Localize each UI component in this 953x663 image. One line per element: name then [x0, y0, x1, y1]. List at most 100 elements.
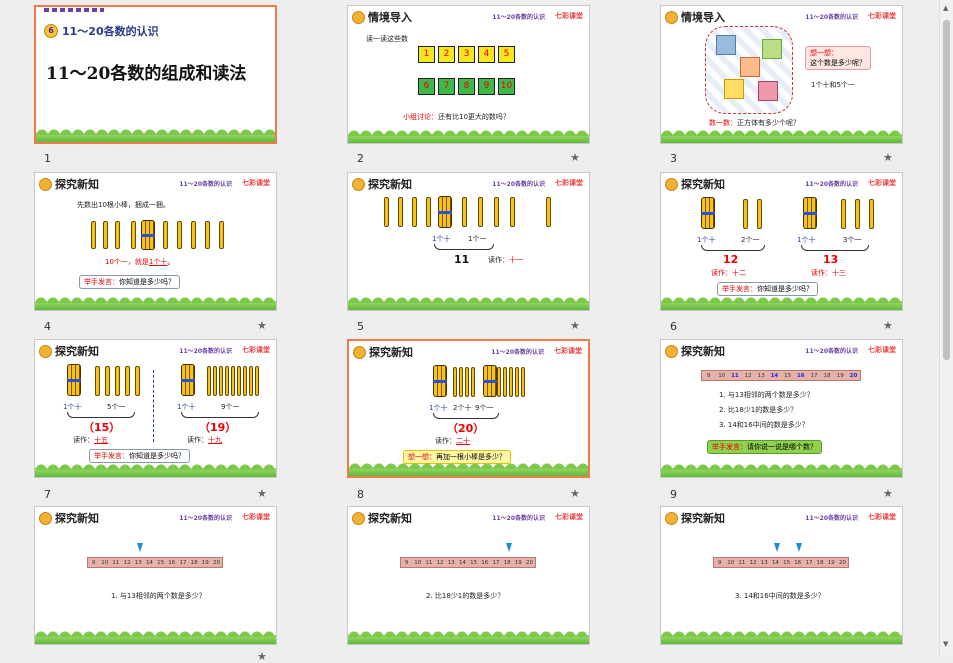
- brand-logo: 七彩课堂: [868, 513, 896, 521]
- question-2: 2. 比18少1的数是多少？: [719, 406, 798, 414]
- slide-header: 探究新知: [665, 510, 725, 526]
- slide-title: 探究新知: [55, 178, 99, 191]
- slide-thumbnail-10[interactable]: 探究新知 11～20各数的认识 七彩课堂 9 10 11 12 13 14 15 16 17 18…: [34, 506, 277, 645]
- number-value-text: （19）: [199, 421, 237, 434]
- read-as: 读作：十二: [711, 268, 746, 278]
- stick: [384, 197, 389, 227]
- number-row-1: 12345: [418, 46, 515, 63]
- ruler-tick-label: 15: [157, 559, 165, 566]
- marker-icon: [774, 543, 780, 552]
- slide-title: 情境导入: [681, 11, 725, 24]
- ruler-tick-label: 19: [514, 559, 522, 566]
- slide-heading: 11～20各数的组成和读法: [46, 64, 247, 84]
- slide-header: 探究新知: [39, 176, 99, 192]
- discussion-question: 还有比10更大的数吗？: [438, 113, 510, 121]
- slide-thumbnail-2[interactable]: 情境导入 11～20各数的认识 七彩课堂 读一读这些数 12345 6 7 8 9 10…: [347, 5, 590, 144]
- star-icon[interactable]: ★: [883, 319, 893, 332]
- grass-decoration: [35, 464, 276, 477]
- number-ruler: 9 10 11 12 13 14 15 16 17 18 19 20: [713, 557, 849, 568]
- star-icon[interactable]: ★: [883, 151, 893, 164]
- star-icon[interactable]: ★: [570, 487, 580, 500]
- ruler-tick-label: 13: [134, 559, 142, 566]
- brace: [433, 413, 499, 419]
- ruler-tick-label: 9: [717, 559, 722, 566]
- scrollbar-thumb[interactable]: [943, 20, 950, 360]
- slide-thumbnail-7[interactable]: 探究新知 11～20各数的认识 七彩课堂 1个十 5个一 （15） 读作：十五 …: [34, 339, 277, 478]
- bulb-icon: [352, 511, 365, 525]
- slide-title: 探究新知: [369, 346, 413, 359]
- number-ruler: 9 10 11 12 13 14 15 16 17 18 19 20: [400, 557, 536, 568]
- read-value: 十二: [732, 269, 746, 277]
- slide-thumbnail-5[interactable]: 探究新知 11～20各数的认识 七彩课堂 1个十 1个一 11 读作：十一: [347, 172, 590, 311]
- ones-label: 5个一: [107, 403, 126, 411]
- slide-thumbnail-11[interactable]: 探究新知 11～20各数的认识 七彩课堂 9 10 11 12 13 14 15 16 17 18…: [347, 506, 590, 645]
- grass-decoration: [348, 297, 589, 310]
- slide-subtitle: 11～20各数的认识: [491, 349, 544, 356]
- read-value: 十一: [509, 256, 523, 264]
- read-as: 读作：十五: [73, 435, 108, 445]
- star-icon[interactable]: ★: [883, 487, 893, 500]
- number-value: 13: [823, 253, 839, 266]
- answer-text: 1个十和5个一: [811, 81, 855, 89]
- instruction-text: 先数出10根小棒，捆成一捆。: [77, 201, 170, 209]
- cubes-picture: [705, 26, 793, 114]
- ruler-tick-label: 16: [794, 559, 802, 566]
- stick: [515, 367, 519, 397]
- slide-title: 探究新知: [55, 345, 99, 358]
- star-icon[interactable]: ★: [570, 319, 580, 332]
- scroll-down-icon[interactable]: ▼: [943, 640, 948, 648]
- grass-decoration: [661, 631, 902, 644]
- ruler-tick-label: 15: [783, 559, 791, 566]
- slide-sorter-grid: 6 11～20各数的认识 11～20各数的组成和读法 1 情境导入 11～20各…: [0, 0, 940, 663]
- ones-label: 9个一: [475, 404, 494, 412]
- star-icon[interactable]: ★: [257, 487, 267, 500]
- bulb-icon: [39, 344, 52, 358]
- ruler-tick-label: 17: [810, 372, 818, 379]
- stick: [135, 366, 140, 396]
- stick: [503, 367, 507, 397]
- slide-thumbnail-4[interactable]: 探究新知 11～20各数的认识 七彩课堂 先数出10根小棒，捆成一捆。 10个一…: [34, 172, 277, 311]
- ruler-tick-label: 10: [727, 559, 735, 566]
- slide-thumbnail-9[interactable]: 探究新知 11～20各数的认识 七彩课堂 9 10 11 12 13 14 15 16 17 18…: [660, 339, 903, 478]
- bulb-icon: [353, 345, 366, 359]
- ruler-tick-label: 20: [525, 559, 533, 566]
- star-icon[interactable]: ★: [257, 650, 267, 663]
- question-3: 3. 14和16中间的数是多少？: [719, 421, 809, 429]
- slide-number: 9: [670, 488, 677, 501]
- marker-icon: [506, 543, 512, 552]
- slide-thumbnail-12[interactable]: 探究新知 11～20各数的认识 七彩课堂 9 10 11 12 13 14 15 16 17 18…: [660, 506, 903, 645]
- slide-subtitle: 11～20各数的认识: [492, 181, 545, 188]
- read-value: 十三: [832, 269, 846, 277]
- slide-thumbnail-6[interactable]: 探究新知 11～20各数的认识 七彩课堂 1个十 2个一 12 读作：十二 1个…: [660, 172, 903, 311]
- ruler-tick-label: 10: [414, 559, 422, 566]
- grass-decoration: [661, 130, 902, 143]
- ruler-tick-label: 18: [823, 372, 831, 379]
- stick: [521, 367, 525, 397]
- grass-decoration: [36, 129, 275, 142]
- hint-text: 你知道是多少吗？: [757, 285, 813, 293]
- vertical-scrollbar[interactable]: ▲ ▼: [939, 0, 953, 656]
- ruler-tick-label: 12: [436, 559, 444, 566]
- stick-bundle: [67, 364, 81, 396]
- cube-icon: [758, 81, 778, 101]
- ruler-tick-label: 17: [492, 559, 500, 566]
- slide-header: 情境导入: [665, 9, 725, 25]
- slide-thumbnail-8[interactable]: 探究新知 11～20各数的认识 七彩课堂 1个十 2个十 9个一 （20） 读作…: [347, 339, 590, 478]
- lesson-title: 11～20各数的认识: [62, 25, 159, 38]
- stick: [243, 366, 247, 396]
- slide-number: 4: [44, 320, 51, 333]
- star-icon[interactable]: ★: [257, 319, 267, 332]
- slide-thumbnail-1[interactable]: 6 11～20各数的认识 11～20各数的组成和读法: [34, 5, 277, 144]
- star-icon[interactable]: ★: [570, 151, 580, 164]
- explanation-part-2: 1个十: [148, 258, 168, 266]
- number-value: 11: [454, 253, 470, 266]
- hint-box: 举手发言：请你说一说是哪个数？: [707, 440, 822, 454]
- ruler-tick-label: 15: [470, 559, 478, 566]
- scroll-up-icon[interactable]: ▲: [943, 4, 948, 12]
- question-text: 3. 14和16中间的数是多少？: [735, 592, 825, 600]
- stick: [255, 366, 259, 396]
- brand-logo: 七彩课堂: [242, 513, 270, 521]
- slide-thumbnail-3[interactable]: 情境导入 11～20各数的认识 七彩课堂 想一想： 这个数是多少呢？ 1个十和5个…: [660, 5, 903, 144]
- stick-bundle: [141, 220, 155, 250]
- brand-logo: 七彩课堂: [555, 179, 583, 187]
